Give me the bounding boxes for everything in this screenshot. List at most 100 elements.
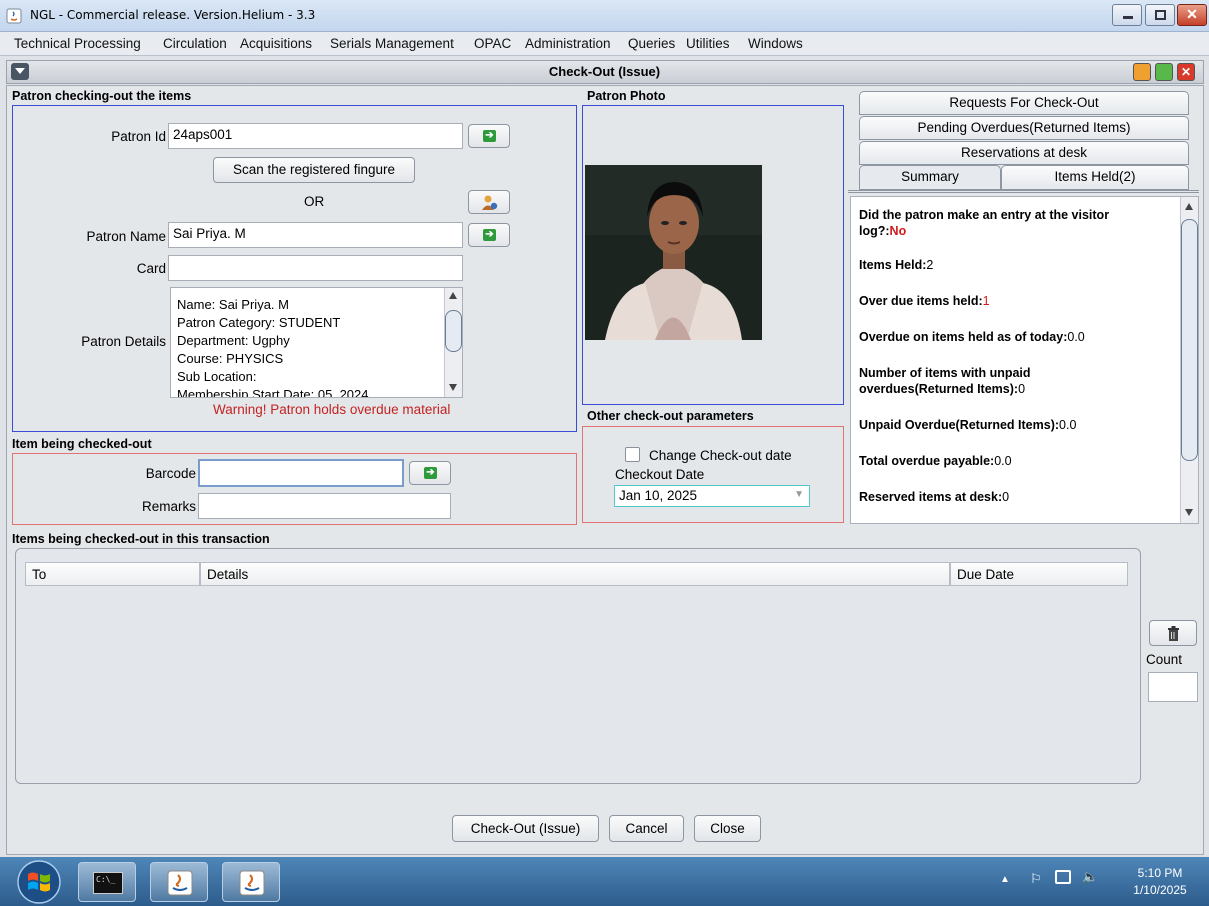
patron-name-go-button[interactable]: ➔: [468, 223, 510, 247]
menu-serials-management[interactable]: Serials Management: [330, 36, 454, 51]
frame-title: Check-Out (Issue): [548, 64, 661, 79]
detail-line: Name: Sai Priya. M: [177, 297, 289, 312]
remarks-label: Remarks: [141, 499, 196, 514]
menu-administration[interactable]: Administration: [525, 36, 611, 51]
overdue-today-value: 0.0: [1067, 330, 1085, 344]
items-held-label: Items Held:: [859, 258, 927, 272]
clock[interactable]: 5:10 PM 1/10/2025: [1117, 865, 1203, 899]
patron-name-label: Patron Name: [86, 229, 166, 244]
menu-circulation[interactable]: Circulation: [163, 36, 227, 51]
visitor-log-question: Did the patron make an entry at the visi…: [859, 207, 1177, 239]
patron-search-button[interactable]: [468, 190, 510, 214]
patron-photo: [585, 165, 762, 340]
detail-line: Patron Category: STUDENT: [177, 315, 341, 330]
unpaid-overdue-line: Unpaid Overdue(Returned Items):0.0: [859, 417, 1177, 433]
clock-date: 1/10/2025: [1133, 883, 1187, 897]
patron-details-box[interactable]: Name: Sai Priya. M Patron Category: STUD…: [170, 287, 463, 398]
unpaid-overdue-value: 0.0: [1059, 418, 1077, 432]
total-payable-label: Total overdue payable:: [859, 454, 995, 468]
taskbar-cmd[interactable]: C:\_: [78, 862, 136, 902]
unpaid-count-label-2: overdues(Returned Items):: [859, 382, 1019, 396]
taskbar-java-2[interactable]: [222, 862, 280, 902]
total-payable-line: Total overdue payable:0.0: [859, 453, 1177, 469]
minimize-button[interactable]: [1112, 4, 1142, 26]
overdue-items-line: Over due items held:1: [859, 293, 1177, 309]
tab-requests[interactable]: Requests For Check-Out: [859, 91, 1189, 115]
frame-minimize-button[interactable]: [1133, 63, 1151, 81]
arrow-right-icon: ➔: [483, 229, 496, 241]
items-held-line: Items Held:2: [859, 257, 1177, 273]
start-button[interactable]: [4, 857, 74, 906]
unpaid-overdue-label: Unpaid Overdue(Returned Items):: [859, 418, 1060, 432]
close-window-button[interactable]: ✕: [1177, 4, 1207, 26]
change-date-checkbox[interactable]: [625, 447, 640, 462]
action-center-flag-icon[interactable]: ⚐: [1030, 871, 1042, 887]
chevron-down-icon[interactable]: ▼: [794, 489, 804, 500]
frame-maximize-button[interactable]: [1155, 63, 1173, 81]
reserved-line: Reserved items at desk:0: [859, 489, 1177, 505]
column-header-due-date[interactable]: Due Date: [950, 562, 1128, 586]
windows-start-icon: [17, 860, 61, 904]
taskbar-java-1[interactable]: [150, 862, 208, 902]
cancel-button[interactable]: Cancel: [609, 815, 684, 842]
summary-content: Did the patron make an entry at the visi…: [859, 207, 1177, 505]
count-field[interactable]: [1148, 672, 1198, 702]
column-header-details[interactable]: Details: [200, 562, 950, 586]
checkout-date-field[interactable]: Jan 10, 2025 ▼: [614, 485, 810, 507]
tab-items-held[interactable]: Items Held(2): [1001, 165, 1189, 190]
frame-close-button[interactable]: ✕: [1177, 63, 1195, 81]
volume-icon[interactable]: 🔈: [1082, 869, 1098, 885]
window-title: NGL - Commercial release. Version.Helium…: [30, 8, 316, 22]
menu-queries[interactable]: Queries: [628, 36, 675, 51]
java-app-icon: [6, 8, 22, 24]
details-scroll-thumb[interactable]: [445, 310, 462, 352]
details-scrollbar[interactable]: [444, 288, 462, 397]
summary-scroll-thumb[interactable]: [1181, 219, 1198, 461]
tab-pending-overdues[interactable]: Pending Overdues(Returned Items): [859, 116, 1189, 140]
tab-summary[interactable]: Summary: [859, 165, 1001, 190]
trash-icon: [1168, 626, 1179, 641]
barcode-field[interactable]: [198, 459, 404, 487]
patron-details-label: Patron Details: [81, 334, 166, 349]
or-text: OR: [304, 194, 325, 209]
patron-id-go-button[interactable]: ➔: [468, 124, 510, 148]
transaction-section-title: Items being checked-out in this transact…: [12, 532, 270, 546]
other-params-title: Other check-out parameters: [587, 409, 754, 423]
minimize-icon: [1123, 16, 1133, 19]
menu-technical-processing[interactable]: Technical Processing: [14, 36, 141, 51]
scroll-up-icon: [449, 292, 457, 299]
arrow-right-icon: ➔: [424, 467, 437, 479]
delete-item-button[interactable]: [1149, 620, 1197, 646]
scroll-down-icon: [449, 384, 457, 391]
total-payable-value: 0.0: [994, 454, 1012, 468]
restore-icon: [1155, 10, 1166, 20]
tab-divider: [848, 190, 1199, 193]
checkout-issue-button[interactable]: Check-Out (Issue): [452, 815, 599, 842]
network-icon[interactable]: [1055, 870, 1071, 884]
arrow-right-icon: ➔: [483, 130, 496, 142]
menu-utilities[interactable]: Utilities: [686, 36, 730, 51]
photo-section-title: Patron Photo: [587, 89, 666, 103]
summary-scrollbar[interactable]: [1180, 197, 1198, 523]
menu-windows[interactable]: Windows: [748, 36, 803, 51]
user-search-icon: [482, 195, 498, 210]
patron-id-label: Patron Id: [111, 129, 166, 144]
patron-name-field[interactable]: Sai Priya. M: [168, 222, 463, 248]
tab-reservations[interactable]: Reservations at desk: [859, 141, 1189, 165]
scan-fingerprint-button[interactable]: Scan the registered fingure: [213, 157, 415, 183]
barcode-go-button[interactable]: ➔: [409, 461, 451, 485]
menu-acquisitions[interactable]: Acquisitions: [240, 36, 312, 51]
close-icon: ✕: [1180, 65, 1192, 79]
patron-id-field[interactable]: 24aps001: [168, 123, 463, 149]
show-hidden-icons[interactable]: ▲: [1000, 874, 1010, 885]
close-button[interactable]: Close: [694, 815, 761, 842]
menu-opac[interactable]: OPAC: [474, 36, 511, 51]
visitor-log-value: No: [889, 224, 907, 238]
remarks-field[interactable]: [198, 493, 451, 519]
column-header-to[interactable]: To: [25, 562, 200, 586]
command-prompt-icon: C:\_: [93, 872, 123, 894]
restore-button[interactable]: [1145, 4, 1175, 26]
card-field[interactable]: [168, 255, 463, 281]
close-icon: ✕: [1186, 6, 1198, 22]
overdue-warning: Warning! Patron holds overdue material: [213, 402, 451, 417]
